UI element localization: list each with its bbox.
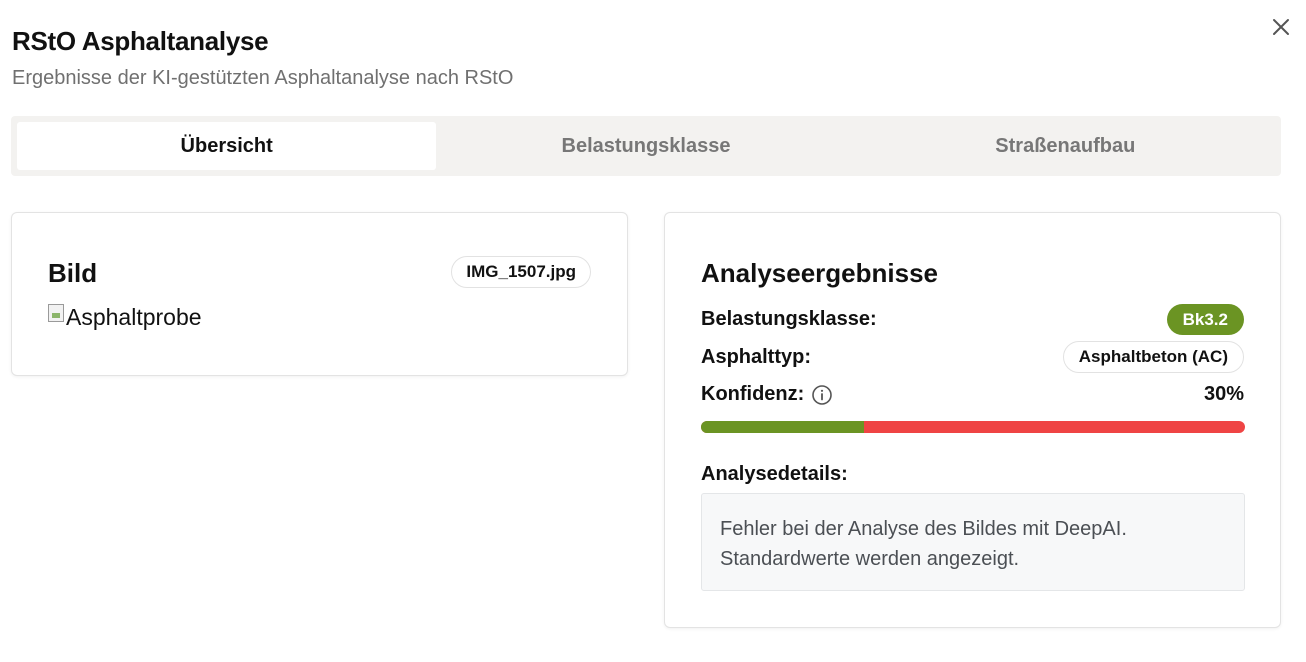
konfidenz-label-group: Konfidenz:	[701, 383, 833, 406]
asphalt-sample-image: Asphaltprobe	[48, 303, 202, 331]
tab-overview[interactable]: Übersicht	[17, 122, 437, 170]
analysis-details-box: Fehler bei der Analyse des Bildes mit De…	[701, 493, 1245, 591]
konfidenz-progress-bar	[701, 421, 1245, 433]
dialog-title: RStO Asphaltanalyse	[12, 26, 269, 56]
analysis-details-label: Analysedetails:	[701, 463, 848, 485]
konfidenz-progress-fill	[701, 421, 865, 433]
tab-belastungsklasse[interactable]: Belastungsklasse	[436, 122, 855, 170]
asphalttyp-row: Asphalttyp: Asphaltbeton (AC)	[701, 341, 1244, 373]
belastungsklasse-row: Belastungsklasse: Bk3.2	[701, 304, 1244, 335]
asphalttyp-badge: Asphaltbeton (AC)	[1062, 341, 1244, 373]
close-icon	[1273, 19, 1289, 35]
dialog-subtitle: Ergebnisse der KI-gestützten Asphaltanal…	[12, 67, 514, 89]
konfidenz-label: Konfidenz:	[701, 383, 805, 405]
broken-image-icon	[48, 303, 64, 322]
close-button[interactable]	[1268, 14, 1294, 40]
results-card: Analyseergebnisse Belastungsklasse: Bk3.…	[664, 212, 1281, 628]
asphalt-analysis-dialog: RStO Asphaltanalyse Ergebnisse der KI-ge…	[0, 0, 1306, 662]
filename-badge: IMG_1507.jpg	[451, 256, 591, 288]
results-card-heading: Analyseergebnisse	[701, 258, 939, 288]
konfidenz-value: 30%	[1203, 383, 1244, 405]
tab-strassenaufbau[interactable]: Straßenaufbau	[856, 122, 1275, 170]
image-card-heading: Bild	[48, 258, 98, 288]
belastungsklasse-badge: Bk3.2	[1166, 304, 1244, 335]
konfidenz-row: Konfidenz: 30%	[701, 383, 1244, 406]
asphalttyp-label: Asphalttyp:	[701, 345, 811, 368]
image-alt-text: Asphaltprobe	[66, 304, 202, 330]
image-card: Bild IMG_1507.jpg Asphaltprobe	[11, 212, 628, 376]
belastungsklasse-label: Belastungsklasse:	[701, 308, 877, 330]
info-icon[interactable]	[811, 384, 833, 406]
tab-bar: Übersicht Belastungsklasse Straßenaufbau	[11, 116, 1281, 176]
